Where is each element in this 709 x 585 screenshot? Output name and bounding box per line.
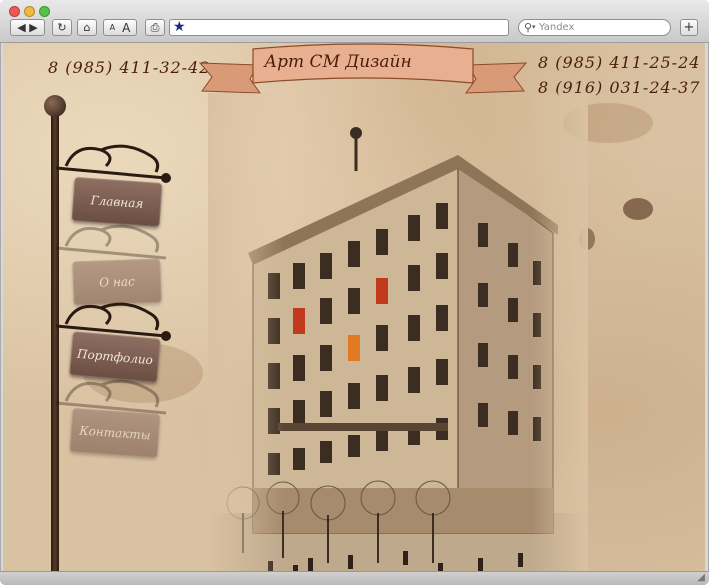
back-forward-buttons[interactable]: ◀ ▶: [10, 19, 45, 36]
nav-label-about: О нас: [99, 274, 135, 290]
close-window-button[interactable]: [9, 6, 20, 17]
address-bar[interactable]: ★: [169, 19, 509, 36]
browser-toolbar: ◀ ▶ ↻ ⌂ A A ⎙ ★ ⚲ ▾ Yandex +: [0, 0, 709, 43]
nav-item-contacts[interactable]: Контакты: [69, 407, 161, 459]
text-larger-button[interactable]: A: [122, 21, 130, 35]
minimize-window-button[interactable]: [24, 6, 35, 17]
phone-left: 8 (985) 411-32-42: [48, 58, 211, 77]
zoom-window-button[interactable]: [39, 6, 50, 17]
bookmark-star-icon[interactable]: ★: [173, 19, 186, 35]
text-smaller-button[interactable]: A: [110, 23, 115, 32]
search-engine-dropdown-icon[interactable]: ▾: [532, 20, 536, 35]
printer-icon: ⎙: [150, 20, 160, 34]
new-tab-button[interactable]: +: [680, 19, 698, 36]
browser-window: ◀ ▶ ↻ ⌂ A A ⎙ ★ ⚲ ▾ Yandex + 8 (985) 411…: [0, 0, 709, 585]
text-size-buttons[interactable]: A A: [103, 19, 137, 36]
nav-label-home: Главная: [90, 193, 144, 211]
search-field[interactable]: ⚲ ▾ Yandex: [518, 19, 671, 36]
reload-button[interactable]: ↻: [52, 19, 72, 36]
site-title: Арт СМ Дизайн: [264, 52, 412, 72]
home-icon: ⌂: [83, 21, 91, 34]
print-button[interactable]: ⎙: [145, 19, 165, 36]
forward-icon[interactable]: ▶: [29, 21, 37, 34]
back-icon[interactable]: ◀: [17, 21, 25, 34]
home-button[interactable]: ⌂: [77, 19, 97, 36]
status-bar: ◢: [0, 571, 709, 585]
page-content: 8 (985) 411-32-42 8 (985) 411-25-24 8 (9…: [3, 43, 705, 571]
nav-label-contacts: Контакты: [78, 423, 152, 443]
resize-grip-icon[interactable]: ◢: [697, 572, 705, 583]
reload-icon: ↻: [57, 21, 67, 34]
signpost-finial: [44, 95, 66, 117]
paper-stain: [623, 198, 653, 220]
building-illustration: [208, 93, 588, 571]
search-icon: ⚲: [524, 21, 533, 34]
phone-right-1: 8 (985) 411-25-24: [538, 53, 701, 72]
search-placeholder: Yandex: [539, 22, 575, 33]
nav-label-portfolio: Портфолио: [76, 346, 154, 368]
